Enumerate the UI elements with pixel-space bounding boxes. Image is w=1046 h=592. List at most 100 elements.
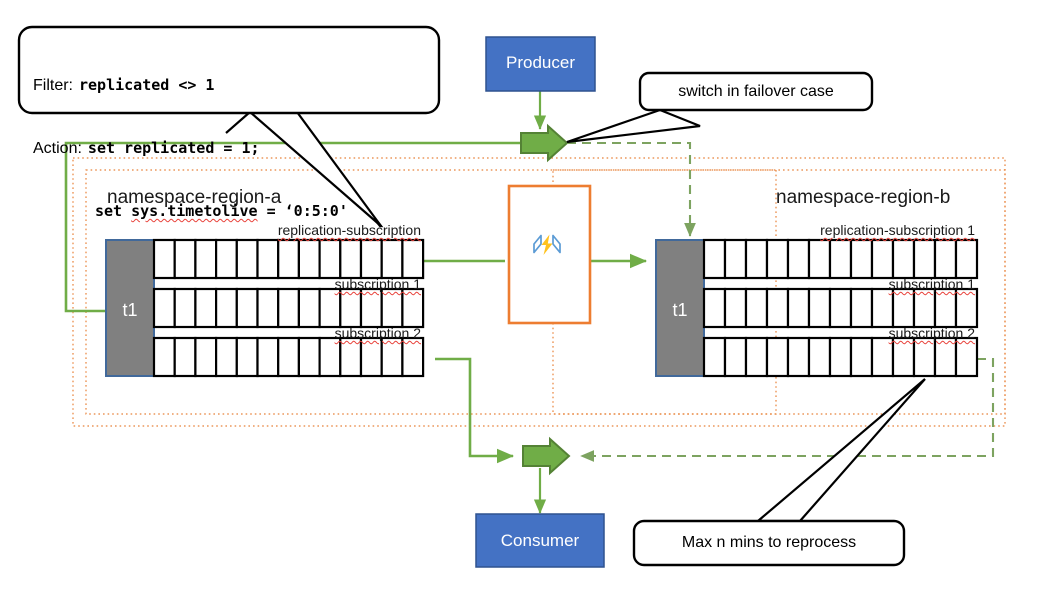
queue-cell	[786, 336, 811, 378]
queue-cell	[152, 238, 176, 280]
region-a-sub-label-1: subscription 1	[334, 276, 421, 292]
region-b-sub-label-0: replication-subscription 1	[820, 222, 975, 238]
region-b-subscription-0-queue	[702, 238, 979, 280]
queue-cell	[954, 336, 979, 378]
queue-cell	[891, 287, 916, 329]
queue-cell	[828, 336, 853, 378]
queue-cell	[828, 238, 853, 280]
region-b-subscription-1-queue	[702, 287, 979, 329]
region-b-sub-label-1: subscription 1	[888, 276, 975, 292]
queue-cell	[339, 287, 363, 329]
queue-cell	[723, 287, 748, 329]
queue-cell	[215, 287, 238, 329]
region-b-subscription-2-queue	[702, 336, 979, 378]
queue-cell	[912, 336, 937, 378]
queue-cell	[380, 238, 404, 280]
action-statement-2-value: = ‘0:5:0'	[257, 202, 348, 220]
queue-cell	[380, 287, 404, 329]
queue-cell	[173, 238, 197, 280]
queue-cell	[786, 238, 811, 280]
queue-cell	[277, 287, 301, 329]
queue-cell	[256, 287, 280, 329]
region-a-sub-label-2: subscription 2	[334, 325, 421, 341]
queue-cell	[933, 287, 958, 329]
queue-cell	[933, 238, 958, 280]
queue-cell	[954, 238, 979, 280]
queue-cell	[194, 287, 218, 329]
queue-cell	[849, 287, 874, 329]
egress-block-arrow	[522, 436, 571, 476]
queue-cell	[828, 287, 853, 329]
queue-cell	[744, 287, 769, 329]
action-label: Action:	[33, 140, 82, 157]
queue-cell	[359, 287, 383, 329]
queue-cell	[723, 336, 748, 378]
queue-cell	[870, 336, 895, 378]
queue-cell	[765, 238, 790, 280]
queue-cell	[765, 287, 790, 329]
queue-cell	[277, 238, 301, 280]
queue-cell	[765, 336, 790, 378]
queue-cell	[723, 238, 748, 280]
action-statement-1: set replicated = 1;	[87, 139, 260, 157]
queue-cell	[891, 336, 916, 378]
queue-cell	[318, 287, 342, 329]
queue-cell	[173, 287, 197, 329]
queue-cell	[849, 238, 874, 280]
queue-cell	[954, 287, 979, 329]
queue-cell	[786, 287, 811, 329]
azure-function-box	[507, 184, 592, 325]
queue-cell	[297, 336, 321, 378]
queue-cell	[744, 238, 769, 280]
queue-cell	[297, 287, 321, 329]
queue-cell	[318, 336, 342, 378]
queue-cell	[339, 336, 363, 378]
queue-cell	[744, 336, 769, 378]
filter-label: Filter:	[33, 77, 73, 94]
queue-cell	[215, 238, 238, 280]
queue-cell	[235, 287, 259, 329]
region-b-title: namespace-region-b	[776, 187, 951, 208]
max-mins-callout-text: Max n mins to reprocess	[681, 534, 857, 551]
region-a-subscription-1-queue	[152, 287, 425, 329]
queue-cell	[194, 238, 218, 280]
queue-cell	[297, 238, 321, 280]
queue-cell	[401, 238, 425, 280]
filter-expression: replicated <> 1	[79, 76, 215, 94]
queue-cell	[380, 336, 404, 378]
queue-cell	[401, 336, 425, 378]
queue-cell	[702, 287, 727, 329]
region-b-topic-label: t1	[672, 300, 688, 320]
queue-cell	[933, 336, 958, 378]
queue-cell	[359, 238, 383, 280]
queue-cell	[152, 336, 176, 378]
action-statement-2-property: sys.timetolive	[131, 202, 258, 220]
region-a-subscription-2-queue	[152, 336, 425, 378]
queue-cell	[807, 238, 832, 280]
queue-cell	[849, 336, 874, 378]
queue-cell	[339, 238, 363, 280]
producer-label: Producer	[506, 53, 575, 72]
diagram-canvas: Producer Consumer t1 t1 namespace-region…	[0, 0, 1046, 592]
region-a-subscription2-to-consumer-path	[435, 357, 515, 464]
queue-cell	[702, 238, 727, 280]
queue-cell	[912, 238, 937, 280]
region-a-topic-label: t1	[122, 300, 138, 320]
switch-failover-callout-text: switch in failover case	[678, 83, 834, 100]
queue-cell	[359, 336, 383, 378]
queue-cell	[318, 238, 342, 280]
queue-cell	[194, 336, 218, 378]
queue-cell	[702, 336, 727, 378]
queue-cell	[807, 287, 832, 329]
queue-cell	[870, 287, 895, 329]
queue-cell	[235, 336, 259, 378]
region-b-sub-label-2: subscription 2	[888, 325, 975, 341]
queue-cell	[152, 287, 176, 329]
queue-cell	[256, 336, 280, 378]
filter-action-callout-text: Filter: replicated <> 1 Action: set repl…	[33, 36, 433, 241]
queue-cell	[912, 287, 937, 329]
queue-cell	[401, 287, 425, 329]
queue-cell	[807, 336, 832, 378]
consumer-label: Consumer	[500, 531, 580, 550]
queue-cell	[891, 238, 916, 280]
